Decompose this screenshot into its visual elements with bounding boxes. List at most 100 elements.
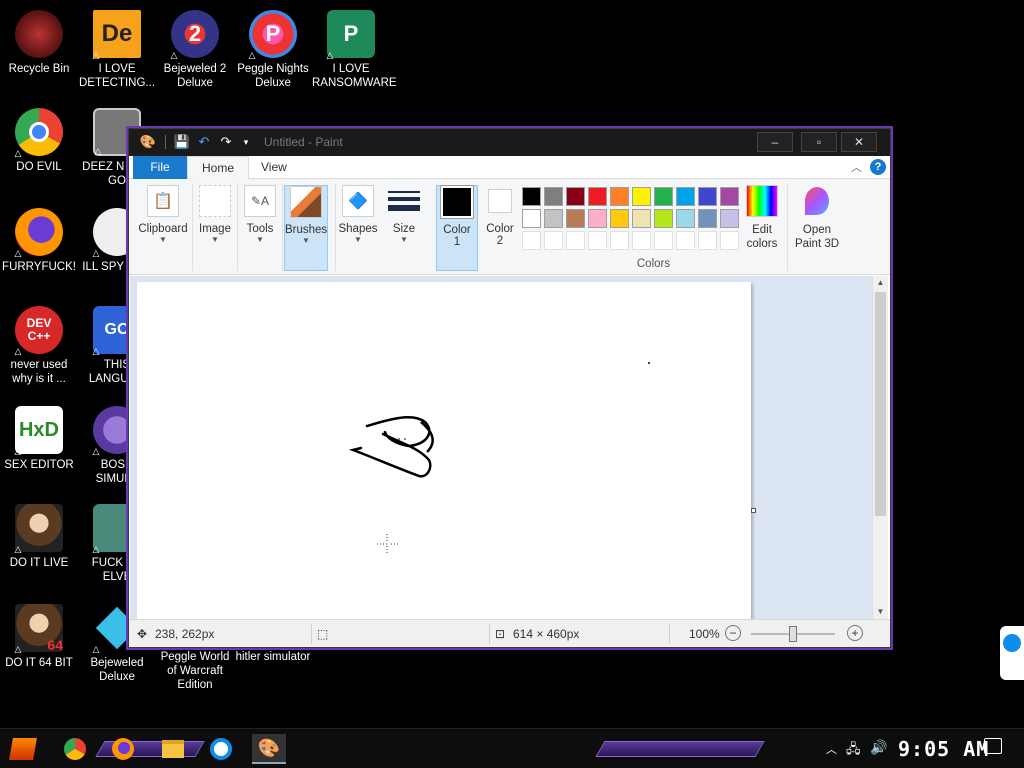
chrome-icon <box>64 738 86 760</box>
start-icon <box>9 738 37 760</box>
show-hidden-icons[interactable]: ︿ <box>826 741 837 757</box>
title-bar[interactable]: 🎨 💾 ↶ ↷ ▾ Untitled - Paint – ▫ ✕ <box>129 129 890 156</box>
chevron-down-icon: ▼ <box>211 235 219 244</box>
color-swatch[interactable] <box>698 187 717 206</box>
desktop-icon-sex-editor[interactable]: HxD △ SEX EDITOR <box>0 402 78 472</box>
tab-view[interactable]: View <box>247 156 301 179</box>
paint-window: 🎨 💾 ↶ ↷ ▾ Untitled - Paint – ▫ ✕ File Ho… <box>128 128 891 648</box>
shapes-button[interactable]: 🔷 Shapes ▼ <box>337 185 379 271</box>
vertical-scrollbar[interactable]: ▲ ▼ <box>872 276 888 619</box>
color-swatch[interactable] <box>632 187 651 206</box>
color-swatch[interactable] <box>654 209 673 228</box>
taskbar-paint[interactable]: 🎨 <box>252 734 286 764</box>
collapse-ribbon-icon[interactable]: ︿ <box>851 159 862 175</box>
zoom-in-button[interactable]: + <box>847 625 863 641</box>
shortcut-arrow-icon: △ <box>14 446 22 456</box>
color-swatch[interactable] <box>588 187 607 206</box>
taskbar-chrome[interactable] <box>58 734 92 764</box>
custom-color-slot[interactable] <box>632 231 651 250</box>
color2-button[interactable]: Color 2 <box>480 185 520 271</box>
brushes-button[interactable]: Brushes ▼ <box>284 185 328 271</box>
taskbar-file-explorer[interactable] <box>156 734 190 764</box>
network-icon[interactable]: 🖧 <box>846 740 861 762</box>
save-icon[interactable]: 💾 <box>173 133 191 151</box>
desktop-icon-bejeweled-2[interactable]: 2 △ Bejeweled 2 Deluxe <box>156 6 234 90</box>
tools-button[interactable]: ✎A Tools ▼ <box>240 185 280 271</box>
size-button[interactable]: Size ▼ <box>385 185 423 271</box>
custom-color-slot[interactable] <box>698 231 717 250</box>
paint3d-icon <box>801 185 833 217</box>
clock[interactable]: 9:05 AM <box>898 737 989 761</box>
color-swatch[interactable] <box>632 209 651 228</box>
line-size-icon <box>388 185 420 217</box>
close-button[interactable]: ✕ <box>841 132 877 152</box>
notifications-icon[interactable] <box>984 738 1002 754</box>
edit-colors-button[interactable]: Edit colors <box>741 185 783 271</box>
custom-color-slot[interactable] <box>720 231 739 250</box>
customize-quick-access-icon[interactable]: ▾ <box>237 133 255 151</box>
color1-button[interactable]: Color 1 <box>436 185 478 271</box>
shortcut-arrow-icon: △ <box>326 50 334 60</box>
color-swatch[interactable] <box>522 209 541 228</box>
desktop-icon-do-it-64-bit[interactable]: 64 △ DO IT 64 BIT <box>0 600 78 670</box>
color-swatch[interactable] <box>544 187 563 206</box>
taskbar-firefox[interactable] <box>106 734 140 764</box>
color-swatch[interactable] <box>676 187 695 206</box>
undo-icon[interactable]: ↶ <box>195 133 213 151</box>
clipboard-button[interactable]: 📋 Clipboard ▼ <box>137 185 189 271</box>
color-swatch[interactable] <box>544 209 563 228</box>
chevron-down-icon: ▼ <box>159 235 167 244</box>
custom-color-slot[interactable] <box>566 231 585 250</box>
start-button[interactable] <box>6 734 40 764</box>
open-paint3d-button[interactable]: Open Paint 3D <box>791 185 843 271</box>
scroll-up-icon[interactable]: ▲ <box>873 276 888 290</box>
color-swatch[interactable] <box>676 209 695 228</box>
paint-app-icon: 🎨 <box>139 134 157 149</box>
color-swatch[interactable] <box>522 187 541 206</box>
color-swatch[interactable] <box>566 187 585 206</box>
desktop-icon-devcpp[interactable]: DEV C++ △ never used why is it ... <box>0 302 78 386</box>
color-swatch[interactable] <box>566 209 585 228</box>
shortcut-arrow-icon: △ <box>170 50 178 60</box>
teamviewer-side-tab[interactable] <box>1000 626 1024 680</box>
custom-color-slot[interactable] <box>676 231 695 250</box>
taskbar-teamviewer[interactable] <box>204 734 238 764</box>
canvas-area[interactable] <box>130 276 872 619</box>
shapes-icon: 🔷 <box>342 185 374 217</box>
volume-icon[interactable]: 🔊 <box>870 739 887 756</box>
help-icon[interactable]: ? <box>870 159 886 175</box>
tab-home[interactable]: Home <box>187 156 250 179</box>
image-button[interactable]: Image ▼ <box>195 185 235 271</box>
color-swatch[interactable] <box>610 209 629 228</box>
zoom-slider-thumb[interactable] <box>789 626 797 642</box>
color-swatch[interactable] <box>654 187 673 206</box>
custom-color-slot[interactable] <box>610 231 629 250</box>
drawing-canvas[interactable] <box>137 282 756 619</box>
chrome-icon: △ <box>15 108 63 158</box>
color-swatch[interactable] <box>610 187 629 206</box>
color-swatch[interactable] <box>588 209 607 228</box>
tab-file[interactable]: File <box>133 156 187 179</box>
desktop-icon-do-it-live[interactable]: △ DO IT LIVE <box>0 500 78 570</box>
desktop-icon-do-evil[interactable]: △ DO EVIL <box>0 104 78 174</box>
custom-color-slot[interactable] <box>654 231 673 250</box>
custom-color-slot[interactable] <box>522 231 541 250</box>
desktop-icon-ransomware[interactable]: P △ I LOVE RANSOMWARE <box>312 6 397 90</box>
custom-color-slot[interactable] <box>544 231 563 250</box>
desktop-icon-detecting[interactable]: De △ I LOVE DETECTING... <box>78 6 156 90</box>
desktop-icon-peggle-nights[interactable]: P △ Peggle Nights Deluxe <box>234 6 312 90</box>
desktop-icon-recycle-bin[interactable]: Recycle Bin <box>0 6 78 76</box>
scroll-down-icon[interactable]: ▼ <box>873 605 888 619</box>
maximize-button[interactable]: ▫ <box>801 132 837 152</box>
resize-handle[interactable] <box>751 508 756 513</box>
desktop-icon-furryfuck[interactable]: △ FURRYFUCK! <box>0 204 78 274</box>
minimize-button[interactable]: – <box>757 132 793 152</box>
redo-icon[interactable]: ↷ <box>217 133 235 151</box>
color-swatch[interactable] <box>698 209 717 228</box>
scroll-thumb[interactable] <box>875 292 886 516</box>
color-swatch[interactable] <box>720 187 739 206</box>
custom-color-slot[interactable] <box>588 231 607 250</box>
color-swatch[interactable] <box>720 209 739 228</box>
zoom-out-button[interactable]: − <box>725 625 741 641</box>
shortcut-arrow-icon: △ <box>92 644 100 654</box>
